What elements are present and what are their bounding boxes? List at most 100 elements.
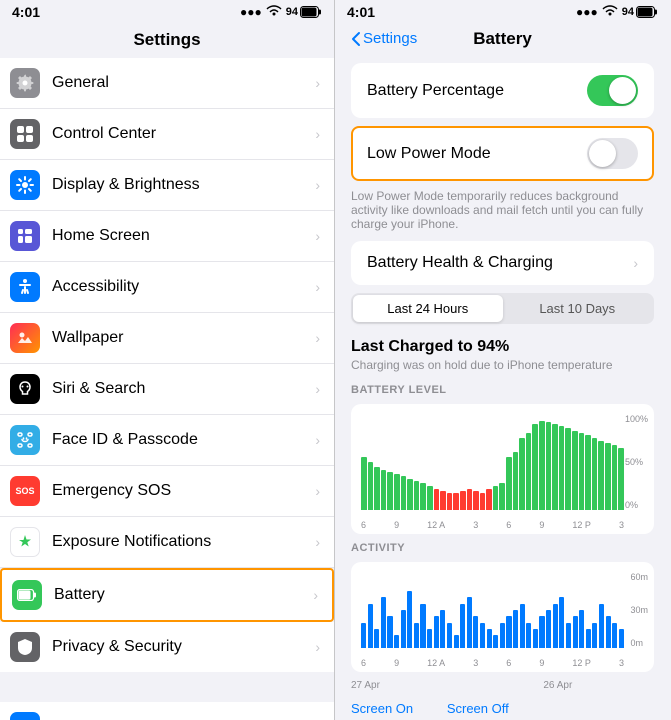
screen-on-label: Screen On	[351, 701, 427, 716]
signal-icon-right: ●●●	[576, 5, 598, 19]
activity-bar	[480, 623, 485, 648]
battery-bar	[513, 452, 519, 510]
siri-chevron: ›	[315, 381, 320, 397]
battery-bar	[539, 421, 545, 510]
activity-bar	[368, 604, 373, 648]
wifi-icon-left	[266, 5, 282, 20]
battery-bar	[394, 474, 400, 510]
y-label-50: 50%	[625, 457, 648, 467]
settings-item-general[interactable]: General ›	[0, 58, 334, 109]
battery-content: Battery Percentage Low Power Mode Low Po…	[335, 55, 670, 720]
activity-bars-area	[361, 572, 624, 648]
settings-panel: 4:01 ●●● 94 Settings General ›	[0, 0, 335, 720]
activity-bar	[467, 597, 472, 648]
activity-bar	[460, 604, 465, 648]
battery-bar	[401, 476, 407, 510]
battery-panel: 4:01 ●●● 94 Settings Battery Battery Per…	[335, 0, 670, 720]
battery-bars-area	[361, 414, 624, 510]
battery-bar	[420, 483, 426, 510]
battery-bar	[612, 445, 618, 510]
display-icon	[10, 170, 40, 200]
display-label: Display & Brightness	[52, 176, 315, 194]
battery-bar	[585, 435, 591, 510]
battery-percentage-section: Battery Percentage	[351, 63, 654, 118]
activity-y-labels: 60m 30m 0m	[630, 572, 648, 648]
settings-item-emergency[interactable]: SOS Emergency SOS ›	[0, 466, 334, 517]
faceid-icon	[10, 425, 40, 455]
settings-item-privacy[interactable]: Privacy & Security ›	[0, 622, 334, 672]
control-center-icon	[10, 119, 40, 149]
activity-x-labels: 6 9 12 A 3 6 9 12 P 3	[361, 658, 624, 668]
battery-icon-left: 94	[286, 6, 322, 18]
activity-bar	[520, 604, 525, 648]
app-store-icon	[10, 712, 40, 720]
battery-bar	[552, 424, 558, 510]
screen-off-value: 4m	[447, 716, 509, 720]
back-button[interactable]: Settings	[351, 30, 417, 47]
section-group-2: App Store › Wallet ›	[0, 702, 334, 720]
battery-percentage-row: Battery Percentage	[351, 63, 654, 118]
activity-bar	[619, 629, 624, 648]
activity-label: ACTIVITY	[335, 534, 670, 558]
activity-bar	[394, 635, 399, 648]
settings-item-control-center[interactable]: Control Center ›	[0, 109, 334, 160]
battery-bar	[559, 426, 565, 510]
tab-last-24h[interactable]: Last 24 Hours	[353, 295, 503, 322]
activity-bar	[493, 635, 498, 648]
exposure-chevron: ›	[315, 534, 320, 550]
general-icon	[10, 68, 40, 98]
faceid-label: Face ID & Passcode	[52, 431, 315, 449]
battery-bar	[414, 481, 420, 510]
activity-bar	[599, 604, 604, 648]
settings-list: General › Control Center › Display & Bri…	[0, 58, 334, 720]
battery-bar	[493, 486, 499, 510]
settings-item-faceid[interactable]: Face ID & Passcode ›	[0, 415, 334, 466]
battery-bar	[592, 438, 598, 510]
battery-bar	[447, 493, 453, 510]
activity-bar	[407, 591, 412, 648]
screen-on-stat: Screen On 2h 53m	[351, 701, 427, 720]
display-chevron: ›	[315, 177, 320, 193]
battery-bar	[460, 491, 466, 510]
chart-y-labels: 100% 50% 0%	[625, 414, 648, 510]
settings-item-wallpaper[interactable]: Wallpaper ›	[0, 313, 334, 364]
settings-item-display[interactable]: Display & Brightness ›	[0, 160, 334, 211]
battery-bar	[407, 479, 413, 510]
battery-percentage-label: Battery Percentage	[367, 82, 587, 100]
battery-percentage-toggle[interactable]	[587, 75, 638, 106]
activity-bar	[374, 629, 379, 648]
charged-subtitle: Charging was on hold due to iPhone tempe…	[351, 358, 654, 372]
battery-bar	[565, 428, 571, 510]
tab-last-10d[interactable]: Last 10 Days	[503, 295, 653, 322]
settings-item-exposure[interactable]: Exposure Notifications ›	[0, 517, 334, 568]
activity-bar	[606, 616, 611, 648]
settings-item-home-screen[interactable]: Home Screen ›	[0, 211, 334, 262]
wallpaper-chevron: ›	[315, 330, 320, 346]
activity-bar	[427, 629, 432, 648]
activity-bar	[559, 597, 564, 648]
settings-item-app-store[interactable]: App Store ›	[0, 702, 334, 720]
accessibility-icon	[10, 272, 40, 302]
battery-bar	[440, 491, 446, 510]
activity-bar	[381, 597, 386, 648]
status-icons-right: ●●● 94	[576, 5, 658, 20]
settings-item-battery[interactable]: Battery ›	[0, 568, 334, 622]
battery-x-labels: 6 9 12 A 3 6 9 12 P 3	[361, 520, 624, 530]
privacy-icon	[10, 632, 40, 662]
settings-header: Settings	[0, 24, 334, 58]
charged-section: Last Charged to 94% Charging was on hold…	[335, 332, 670, 376]
battery-title: Battery	[473, 29, 532, 49]
activity-bar	[533, 629, 538, 648]
settings-item-accessibility[interactable]: Accessibility ›	[0, 262, 334, 313]
battery-bar	[605, 443, 611, 510]
activity-bar	[586, 629, 591, 648]
status-icons-left: ●●● 94	[240, 5, 322, 20]
low-power-description: Low Power Mode temporarily reduces backg…	[335, 189, 670, 241]
battery-icon-right: 94	[622, 6, 658, 18]
battery-bar	[499, 483, 505, 510]
battery-health-row[interactable]: Battery Health & Charging ›	[351, 241, 654, 285]
settings-item-siri[interactable]: Siri & Search ›	[0, 364, 334, 415]
low-power-toggle[interactable]	[587, 138, 638, 169]
activity-bar	[506, 616, 511, 648]
wallpaper-label: Wallpaper	[52, 329, 315, 347]
